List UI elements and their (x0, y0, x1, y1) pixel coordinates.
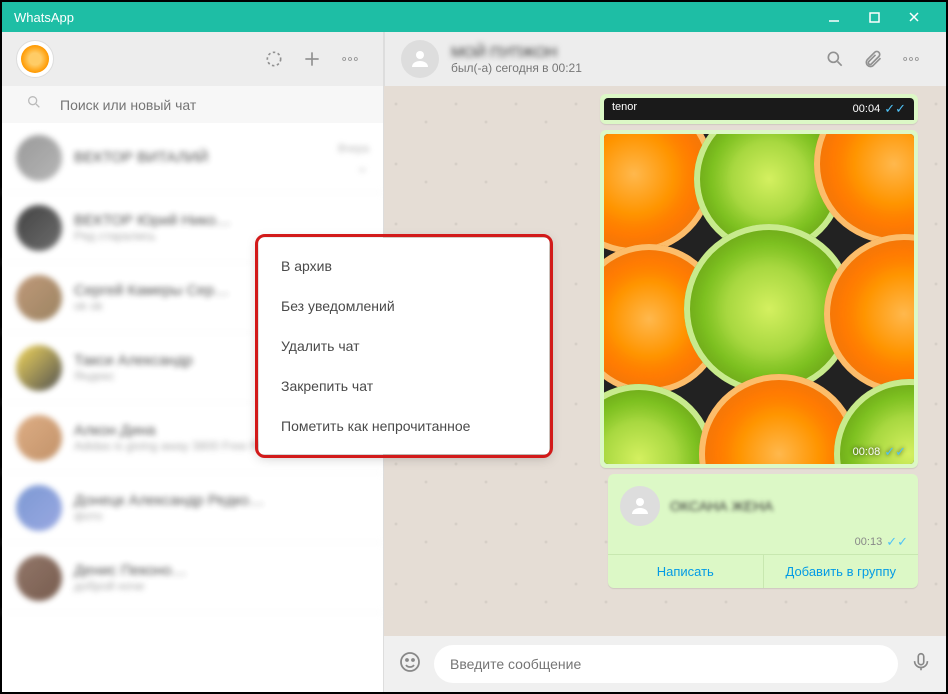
message-image[interactable]: 00:08✓✓ (600, 130, 918, 468)
close-button[interactable] (894, 2, 934, 32)
chat-avatar (16, 135, 62, 181)
conversation-avatar[interactable] (401, 40, 439, 78)
composer (384, 636, 946, 692)
message-time: 00:08 (853, 446, 881, 458)
search-in-chat-icon[interactable] (816, 40, 854, 78)
message-media-top[interactable]: tenor 00:04✓✓ (600, 94, 918, 124)
contact-add-group-button[interactable]: Добавить в группу (764, 555, 919, 588)
my-avatar[interactable] (16, 40, 54, 78)
emoji-icon[interactable] (398, 650, 422, 679)
conversation-subtitle: был(-а) сегодня в 00:21 (451, 61, 582, 75)
chat-item[interactable]: Донецк Александр Редко…фото (2, 473, 383, 543)
search-input[interactable] (60, 97, 369, 113)
conversation-menu-icon[interactable] (892, 40, 930, 78)
ctx-archive[interactable]: В архив (259, 246, 549, 286)
attach-icon[interactable] (854, 40, 892, 78)
ctx-mute[interactable]: Без уведомлений (259, 286, 549, 326)
message-contact-card[interactable]: ОКСАНА ЖЕНА 00:13✓✓ Написать Добавить в … (608, 474, 918, 588)
conversation-header: МОЙ ПУПЖОН был(-а) сегодня в 00:21 (384, 32, 946, 86)
menu-icon[interactable] (331, 40, 369, 78)
mic-icon[interactable] (910, 651, 932, 678)
chat-item[interactable]: ВЕКТОР ВИТАЛИЙ Вчера ⌄ (2, 123, 383, 193)
message-time: 00:04 (853, 103, 881, 115)
read-ticks-icon: ✓✓ (884, 101, 906, 117)
new-chat-icon[interactable] (293, 40, 331, 78)
message-input[interactable] (434, 645, 898, 683)
contact-message-button[interactable]: Написать (608, 555, 764, 588)
chevron-down-icon[interactable]: ⌄ (356, 157, 369, 177)
chat-time: Вчера (338, 143, 369, 155)
minimize-button[interactable] (814, 2, 854, 32)
chat-item[interactable]: Денис Пеконо…доброй ночи (2, 543, 383, 613)
contact-name: ОКСАНА ЖЕНА (670, 498, 906, 514)
context-menu: В архив Без уведомлений Удалить чат Закр… (259, 238, 549, 454)
read-ticks-icon: ✓✓ (886, 534, 908, 550)
chat-name: ВЕКТОР ВИТАЛИЙ (74, 149, 338, 166)
ctx-mark-unread[interactable]: Пометить как непрочитанное (259, 406, 549, 446)
tenor-label: tenor (612, 101, 637, 117)
conversation-title: МОЙ ПУПЖОН (451, 44, 582, 61)
status-icon[interactable] (255, 40, 293, 78)
maximize-button[interactable] (854, 2, 894, 32)
ctx-pin[interactable]: Закрепить чат (259, 366, 549, 406)
ctx-delete[interactable]: Удалить чат (259, 326, 549, 366)
app-title: WhatsApp (14, 10, 74, 25)
left-header (2, 32, 383, 86)
citrus-image: 00:08✓✓ (604, 134, 914, 464)
message-time: 00:13 (855, 536, 883, 548)
read-ticks-icon: ✓✓ (884, 444, 906, 460)
titlebar: WhatsApp (2, 2, 946, 32)
search-icon (26, 94, 42, 115)
search-bar (2, 86, 383, 123)
contact-avatar-icon (620, 486, 660, 526)
